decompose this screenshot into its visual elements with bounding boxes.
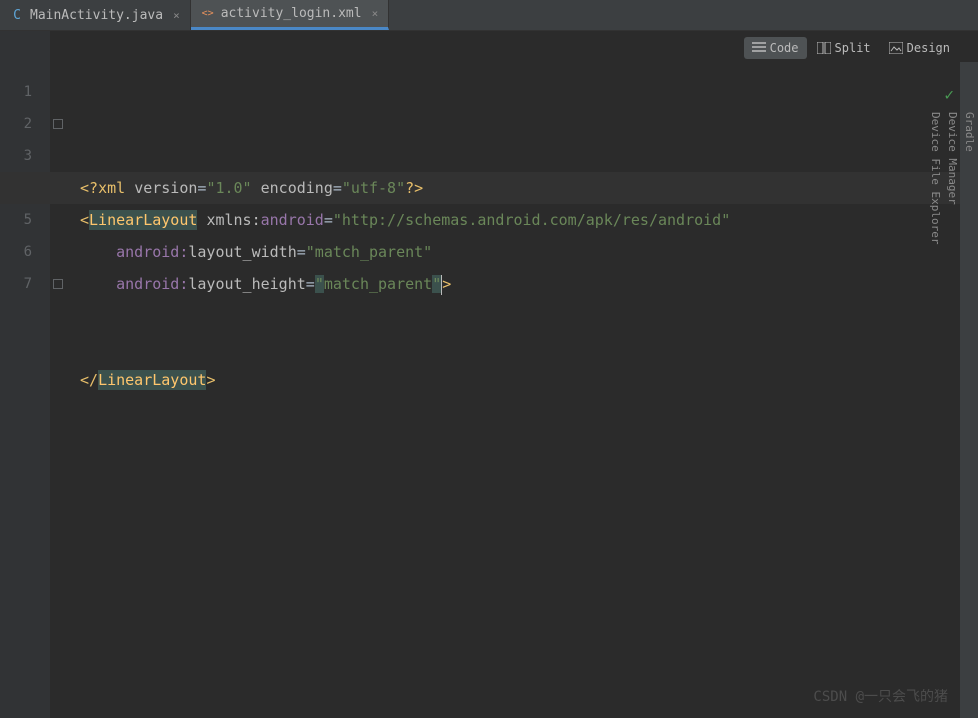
line-number[interactable]: 6 [0,236,32,268]
tab-activity-login[interactable]: <> activity_login.xml × [191,0,390,30]
watermark: CSDN @一只会飞的猪 [813,686,948,706]
gutter: 1 2 3 4 5 6 7 [0,31,50,718]
tab-main-activity[interactable]: C MainActivity.java × [0,0,191,30]
split-icon [817,42,831,54]
view-switcher: Code Split Design [744,37,958,59]
java-icon: C [10,8,24,22]
tag-linearlayout-close: LinearLayout [98,370,206,390]
tab-label: activity_login.xml [221,6,362,21]
tabs-bar: C MainActivity.java × <> activity_login.… [0,0,978,31]
code-area[interactable]: ✓ <?xml version="1.0" encoding="utf-8"?>… [50,31,978,718]
tab-label: MainActivity.java [30,8,163,23]
list-icon [752,42,766,54]
split-view-button[interactable]: Split [809,37,879,59]
close-icon[interactable]: × [368,7,379,20]
line-number[interactable]: 1 [0,76,32,108]
close-icon[interactable]: × [169,9,180,22]
line-number[interactable]: 7 [0,268,32,300]
design-view-button[interactable]: Design [881,37,958,59]
line-number[interactable]: 2 [0,108,32,140]
line-number[interactable]: 5 [0,204,32,236]
image-icon [889,42,903,54]
tag-linearlayout: LinearLayout [89,210,197,230]
line-number[interactable]: 3 [0,140,32,172]
xml-icon: <> [201,7,215,21]
editor-container: 1 2 3 4 5 6 7 ✓ <?xml version="1.0" enco… [0,31,978,718]
code-view-button[interactable]: Code [744,37,807,59]
